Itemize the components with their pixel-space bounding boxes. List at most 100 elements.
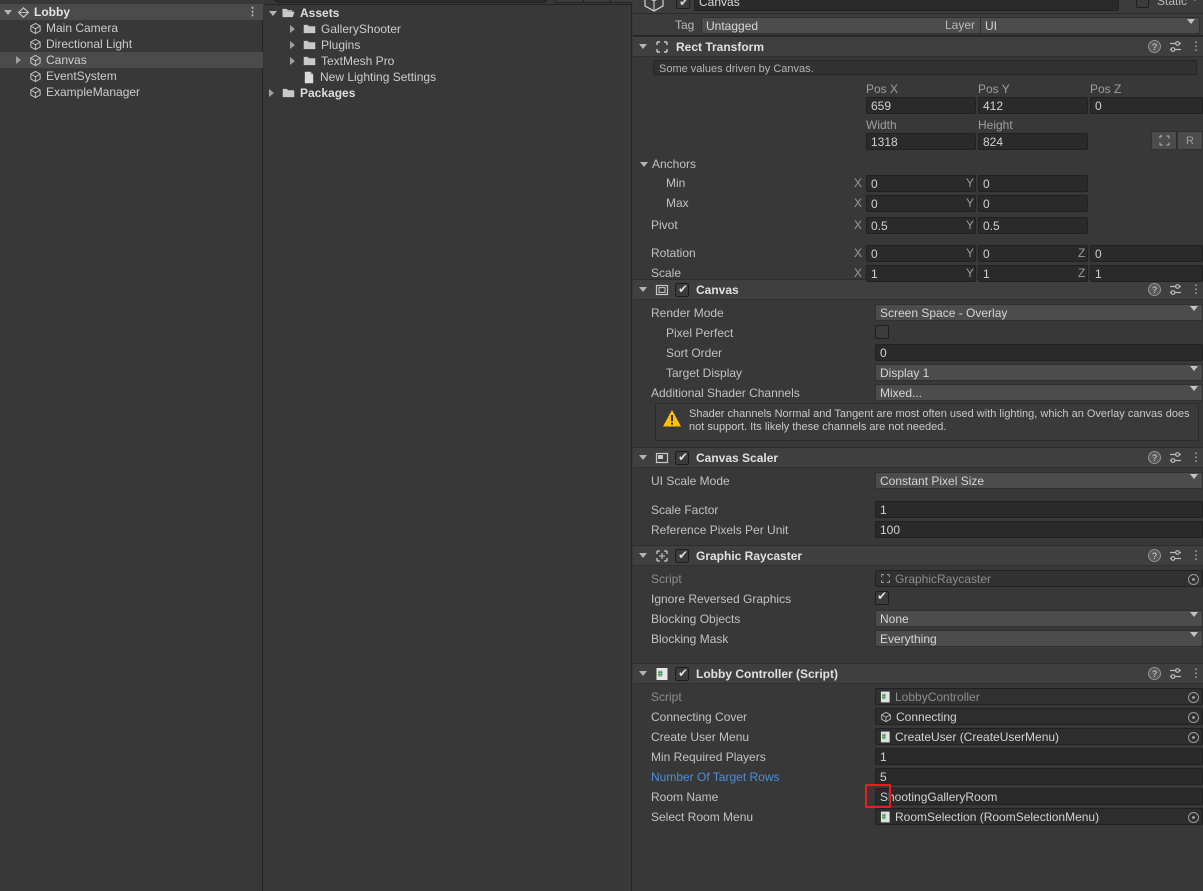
expand-arrow[interactable] (290, 57, 303, 65)
rect-transform-header[interactable]: Rect Transform ? ⋮ (633, 36, 1203, 57)
kebab-menu-icon[interactable]: ⋮ (1190, 42, 1198, 51)
project-item-assets[interactable]: Assets (264, 5, 632, 21)
object-field-create-user-menu[interactable]: CreateUser (CreateUserMenu) (875, 728, 1203, 745)
project-item-new-lighting-settings[interactable]: New Lighting Settings (264, 69, 632, 85)
object-picker-icon[interactable] (1188, 732, 1199, 743)
anchor-min-y-input[interactable]: 0 (978, 175, 1088, 192)
collapse-arrow[interactable] (269, 11, 282, 16)
help-icon[interactable]: ? (1148, 40, 1161, 53)
gameobject-enabled-checkbox[interactable]: ✔ (676, 0, 690, 9)
expand-arrow[interactable] (290, 41, 303, 49)
canvas-scaler-enabled-checkbox[interactable]: ✔ (675, 451, 689, 465)
lobby-controller-enabled-checkbox[interactable]: ✔ (675, 667, 689, 681)
pos-z-input[interactable]: 0 (1090, 97, 1203, 114)
input-sort-order[interactable]: 0 (875, 344, 1203, 361)
checkbox-ignore-reversed-graphics[interactable] (875, 591, 889, 605)
preset-icon[interactable] (1169, 451, 1182, 464)
kebab-menu-icon[interactable]: ⋮ (247, 8, 257, 17)
anchor-min-x-input[interactable]: 0 (866, 175, 976, 192)
graphic-raycaster-enabled-checkbox[interactable]: ✔ (675, 549, 689, 563)
static-checkbox[interactable] (1136, 0, 1149, 8)
tag-layer-row: Tag Untagged Layer UI (633, 14, 1203, 36)
kebab-menu-icon[interactable]: ⋮ (1190, 285, 1198, 294)
expand-arrow[interactable] (269, 89, 282, 97)
anchor-max-x-input[interactable]: 0 (866, 195, 976, 212)
object-picker-icon[interactable] (1188, 692, 1199, 703)
dropdown-ui-scale-mode[interactable]: Constant Pixel Size (875, 472, 1203, 489)
object-field-select-room-menu[interactable]: RoomSelection (RoomSelectionMenu) (875, 808, 1203, 825)
height-input[interactable]: 824 (978, 133, 1088, 150)
dropdown-render-mode[interactable]: Screen Space - Overlay (875, 304, 1203, 321)
preset-icon[interactable] (1169, 283, 1182, 296)
project-filter-button-1[interactable] (555, 0, 583, 3)
help-icon[interactable]: ? (1148, 451, 1161, 464)
scale-x-input[interactable]: 1 (866, 265, 976, 282)
rotation-z-input[interactable]: 0 (1090, 245, 1203, 262)
input-min-required-players[interactable]: 1 (875, 748, 1203, 765)
width-input[interactable]: 1318 (866, 133, 976, 150)
help-icon[interactable]: ? (1148, 283, 1161, 296)
kebab-menu-icon[interactable]: ⋮ (1190, 453, 1198, 462)
hierarchy-item-main-camera[interactable]: Main Camera (0, 20, 263, 36)
project-item-packages[interactable]: Packages (264, 85, 632, 101)
object-picker-icon[interactable] (1188, 712, 1199, 723)
object-field-script[interactable]: GraphicRaycaster (875, 570, 1203, 587)
field-label-create-user-menu: Create User Menu (651, 730, 749, 744)
project-search-input[interactable] (272, 0, 550, 3)
object-picker-icon[interactable] (1188, 812, 1199, 823)
static-dropdown-arrow[interactable] (1191, 1, 1199, 15)
preset-icon[interactable] (1169, 549, 1182, 562)
blueprint-mode-button[interactable] (1151, 131, 1177, 150)
hierarchy-item-examplemanager[interactable]: ExampleManager (0, 84, 263, 100)
object-field-connecting-cover[interactable]: Connecting (875, 708, 1203, 725)
object-field-script[interactable]: LobbyController (875, 688, 1203, 705)
anchor-max-y-input[interactable]: 0 (978, 195, 1088, 212)
project-filter-button-3[interactable] (610, 0, 632, 3)
hierarchy-item-eventsystem[interactable]: EventSystem (0, 68, 263, 84)
dropdown-target-display[interactable]: Display 1 (875, 364, 1203, 381)
checkbox-pixel-perfect[interactable] (875, 325, 889, 339)
rect-transform-foldout-arrow[interactable] (639, 44, 647, 49)
canvas-header[interactable]: ✔ Canvas ? ⋮ (633, 279, 1203, 300)
hierarchy-scene-row[interactable]: Lobby ⋮ (0, 4, 263, 20)
project-filter-button-2[interactable] (583, 0, 610, 3)
scale-z-input[interactable]: 1 (1090, 265, 1203, 282)
hierarchy-item-directional-light[interactable]: Directional Light (0, 36, 263, 52)
pivot-x-input[interactable]: 0.5 (866, 217, 976, 234)
pos-y-input[interactable]: 412 (978, 97, 1088, 114)
project-item-plugins[interactable]: Plugins (264, 37, 632, 53)
raw-edit-button[interactable]: R (1177, 131, 1203, 150)
lobby-controller-header[interactable]: ✔ Lobby Controller (Script) ? ⋮ (633, 663, 1203, 684)
project-item-galleryshooter[interactable]: GalleryShooter (264, 21, 632, 37)
help-icon[interactable]: ? (1148, 667, 1161, 680)
object-picker-icon[interactable] (1188, 574, 1199, 585)
rotation-y-input[interactable]: 0 (978, 245, 1088, 262)
kebab-menu-icon[interactable]: ⋮ (1190, 551, 1198, 560)
input-scale-factor[interactable]: 1 (875, 501, 1203, 518)
gameobject-name-input[interactable]: Canvas (694, 0, 1119, 11)
dropdown-blocking-objects[interactable]: None (875, 610, 1203, 627)
scene-expand-arrow[interactable] (4, 10, 17, 15)
dropdown-blocking-mask[interactable]: Everything (875, 630, 1203, 647)
anchors-foldout[interactable]: Anchors (640, 157, 696, 171)
pos-x-input[interactable]: 659 (866, 97, 976, 114)
graphic-raycaster-header[interactable]: ✔ Graphic Raycaster ? ⋮ (633, 545, 1203, 566)
rotation-x-input[interactable]: 0 (866, 245, 976, 262)
canvas-enabled-checkbox[interactable]: ✔ (675, 283, 689, 297)
kebab-menu-icon[interactable]: ⋮ (1190, 669, 1198, 678)
expand-arrow[interactable] (16, 56, 29, 64)
input-reference-pixels-per-unit[interactable]: 100 (875, 521, 1203, 538)
expand-arrow[interactable] (290, 25, 303, 33)
input-number-of-target-rows[interactable]: 5 (875, 768, 1203, 785)
project-item-textmesh-pro[interactable]: TextMesh Pro (264, 53, 632, 69)
help-icon[interactable]: ? (1148, 549, 1161, 562)
hierarchy-item-canvas[interactable]: Canvas (0, 52, 263, 68)
preset-icon[interactable] (1169, 667, 1182, 680)
layer-dropdown[interactable]: UI (980, 17, 1200, 34)
pivot-y-input[interactable]: 0.5 (978, 217, 1088, 234)
scale-y-input[interactable]: 1 (978, 265, 1088, 282)
input-room-name[interactable]: ShootingGalleryRoom (875, 788, 1203, 805)
preset-icon[interactable] (1169, 40, 1182, 53)
canvas-scaler-header[interactable]: ✔ Canvas Scaler ? ⋮ (633, 447, 1203, 468)
dropdown-additional-shader-channels[interactable]: Mixed... (875, 384, 1203, 401)
